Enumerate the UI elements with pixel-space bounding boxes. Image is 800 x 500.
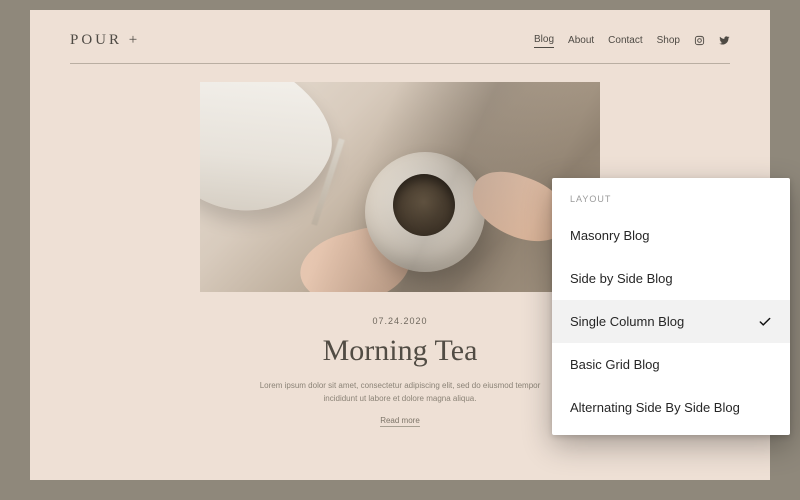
primary-nav: Blog About Contact Shop xyxy=(534,34,730,48)
nav-link-blog[interactable]: Blog xyxy=(534,34,554,48)
post-excerpt: Lorem ipsum dolor sit amet, consectetur … xyxy=(260,380,541,406)
layout-option-side-by-side[interactable]: Side by Side Blog xyxy=(552,257,790,300)
layout-option-single-column[interactable]: Single Column Blog xyxy=(552,300,790,343)
read-more-link[interactable]: Read more xyxy=(380,416,420,427)
site-header: POUR + Blog About Contact Shop xyxy=(70,32,730,63)
light-shadow xyxy=(200,82,600,292)
excerpt-line: Lorem ipsum dolor sit amet, consectetur … xyxy=(260,381,541,390)
twitter-icon[interactable] xyxy=(719,35,730,46)
nav-link-shop[interactable]: Shop xyxy=(657,35,680,46)
layout-option-label: Side by Side Blog xyxy=(570,271,673,286)
layout-option-masonry[interactable]: Masonry Blog xyxy=(552,214,790,257)
post-date: 07.24.2020 xyxy=(372,316,427,326)
instagram-icon[interactable] xyxy=(694,35,705,46)
excerpt-line: incididunt ut labore et dolore magna ali… xyxy=(323,394,476,403)
layout-panel-heading: LAYOUT xyxy=(552,194,790,214)
layout-option-alternating[interactable]: Alternating Side By Side Blog xyxy=(552,386,790,429)
layout-option-label: Alternating Side By Side Blog xyxy=(570,400,740,415)
layout-option-label: Single Column Blog xyxy=(570,314,684,329)
post-title[interactable]: Morning Tea xyxy=(323,334,478,368)
post-hero-image xyxy=(200,82,600,292)
nav-link-about[interactable]: About xyxy=(568,35,594,46)
layout-option-basic-grid[interactable]: Basic Grid Blog xyxy=(552,343,790,386)
check-icon xyxy=(758,315,772,329)
site-logo[interactable]: POUR + xyxy=(70,32,140,49)
layout-option-label: Basic Grid Blog xyxy=(570,357,660,372)
nav-link-contact[interactable]: Contact xyxy=(608,35,642,46)
layout-panel: LAYOUT Masonry Blog Side by Side Blog Si… xyxy=(552,178,790,435)
layout-option-label: Masonry Blog xyxy=(570,228,649,243)
